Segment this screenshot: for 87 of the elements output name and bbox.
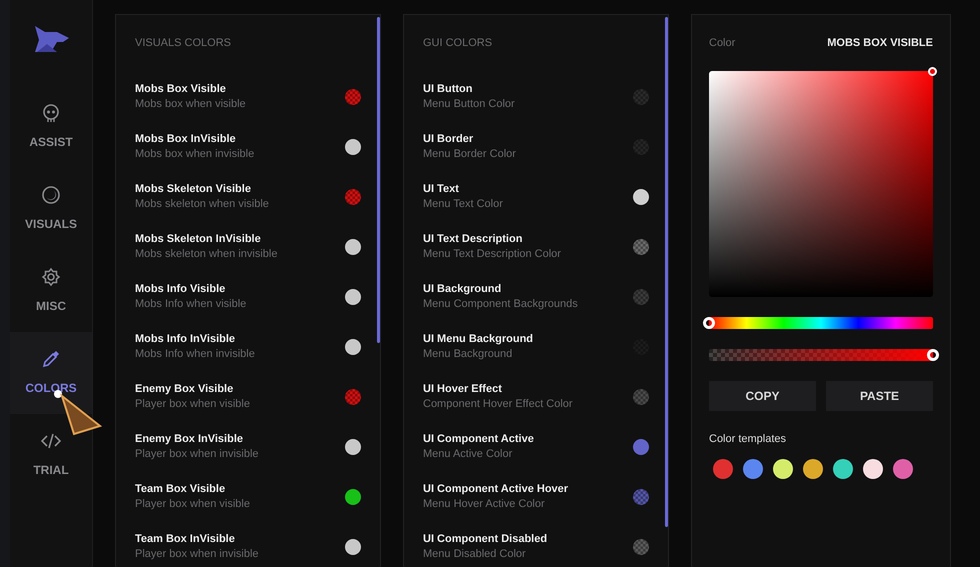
setting-name: UI Component Active xyxy=(423,432,535,446)
slider-thumb[interactable] xyxy=(703,316,715,328)
section-title: VISUALS COLORS xyxy=(134,36,232,51)
sidebar-tab[interactable]: TRIAL xyxy=(10,414,92,496)
action-button[interactable]: PASTE xyxy=(826,380,933,410)
color-template[interactable] xyxy=(773,459,793,479)
setting-description: Player box when visible xyxy=(135,496,251,512)
setting-description: Mobs Info when visible xyxy=(135,296,248,312)
setting-description: Player box when visible xyxy=(135,396,251,412)
color-template[interactable] xyxy=(803,459,823,479)
setting-description: Menu Border Color xyxy=(423,146,517,162)
setting-description: Menu Hover Active Color xyxy=(423,496,546,512)
settings-icon xyxy=(41,267,61,287)
color-swatch[interactable] xyxy=(345,238,361,254)
sidebar-tab[interactable]: ASSIST xyxy=(10,86,92,168)
color-swatch[interactable] xyxy=(345,288,361,304)
skull-icon xyxy=(41,103,61,123)
setting-name: Mobs Info Visible xyxy=(135,282,226,296)
slider-thumb[interactable] xyxy=(927,348,939,360)
setting-description: Menu Disabled Color xyxy=(423,546,527,562)
setting-name: Mobs Skeleton InVisible xyxy=(135,232,262,246)
moon-icon xyxy=(41,185,61,205)
eyedropper-icon xyxy=(41,349,61,369)
color-swatch[interactable] xyxy=(345,438,361,454)
setting-description: Menu Button Color xyxy=(423,96,516,112)
setting-description: Menu Active Color xyxy=(423,446,514,462)
setting-name: Enemy Box Visible xyxy=(135,382,234,396)
setting-name: UI Component Disabled xyxy=(423,532,548,546)
action-button[interactable]: COPY xyxy=(709,380,816,410)
setting-name: UI Border xyxy=(423,132,474,146)
templates-label: Color templates xyxy=(709,432,788,446)
color-template[interactable] xyxy=(893,459,913,479)
color-template[interactable] xyxy=(743,459,763,479)
setting-name: UI Text xyxy=(423,182,460,196)
setting-name: UI Background xyxy=(423,282,502,296)
setting-name: UI Button xyxy=(423,82,474,96)
color-swatch[interactable] xyxy=(633,438,649,454)
setting-description: Mobs box when invisible xyxy=(135,146,256,162)
setting-name: Mobs Skeleton Visible xyxy=(135,182,252,196)
setting-description: Mobs box when visible xyxy=(135,96,247,112)
color-target-name: MOBS BOX VISIBLE xyxy=(827,36,933,51)
color-template[interactable] xyxy=(863,459,883,479)
color-swatch[interactable] xyxy=(633,88,649,104)
color-swatch[interactable] xyxy=(633,288,649,304)
color-swatch[interactable] xyxy=(633,238,649,254)
setting-description: Menu Component Backgrounds xyxy=(423,296,579,312)
section-title: GUI COLORS xyxy=(422,36,494,51)
color-swatch[interactable] xyxy=(345,88,361,104)
sidebar-tab[interactable]: MISC xyxy=(10,250,92,332)
color-swatch[interactable] xyxy=(345,538,361,554)
setting-description: Menu Background xyxy=(423,346,514,362)
scrollbar-thumb[interactable] xyxy=(665,17,668,527)
picker-handle[interactable] xyxy=(928,66,937,76)
color-swatch[interactable] xyxy=(345,388,361,404)
scrollbar-thumb[interactable] xyxy=(377,17,380,343)
setting-name: UI Hover Effect xyxy=(423,382,503,396)
sidebar-tab[interactable]: VISUALS xyxy=(10,168,92,250)
code-icon xyxy=(41,431,61,451)
setting-name: Team Box Visible xyxy=(135,482,226,496)
picker-label: Color xyxy=(709,36,736,51)
color-swatch[interactable] xyxy=(345,488,361,504)
sidebar-tab[interactable]: COLORS xyxy=(10,332,92,414)
setting-description: Mobs Info when invisible xyxy=(135,346,256,362)
color-swatch[interactable] xyxy=(633,488,649,504)
setting-name: Mobs Box Visible xyxy=(135,82,227,96)
setting-description: Player box when invisible xyxy=(135,446,260,462)
color-swatch[interactable] xyxy=(633,188,649,204)
setting-description: Menu Text Description Color xyxy=(423,246,562,262)
setting-name: Mobs Box InVisible xyxy=(135,132,237,146)
color-swatch[interactable] xyxy=(633,388,649,404)
color-swatch[interactable] xyxy=(345,188,361,204)
color-swatch[interactable] xyxy=(345,338,361,354)
setting-name: UI Text Description xyxy=(423,232,524,246)
color-template[interactable] xyxy=(713,459,733,479)
setting-description: Component Hover Effect Color xyxy=(423,396,574,412)
color-swatch[interactable] xyxy=(345,138,361,154)
setting-name: Enemy Box InVisible xyxy=(135,432,244,446)
setting-description: Mobs skeleton when invisible xyxy=(135,246,278,262)
color-swatch[interactable] xyxy=(633,538,649,554)
setting-name: UI Component Active Hover xyxy=(423,482,570,496)
setting-name: Team Box InVisible xyxy=(135,532,236,546)
setting-description: Menu Text Color xyxy=(423,196,504,212)
setting-name: UI Menu Background xyxy=(423,332,534,346)
color-template[interactable] xyxy=(833,459,853,479)
setting-description: Mobs skeleton when visible xyxy=(135,196,270,212)
setting-description: Player box when invisible xyxy=(135,546,260,562)
setting-name: Mobs Info InVisible xyxy=(135,332,236,346)
